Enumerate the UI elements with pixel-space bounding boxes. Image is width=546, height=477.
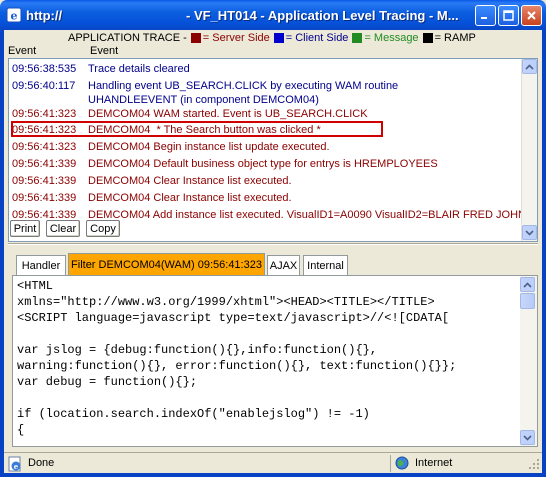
window-frame-right: [542, 30, 546, 477]
event-time: 09:56:41:323: [12, 141, 77, 153]
code-scroll-up-button[interactable]: [520, 277, 535, 292]
column-header-event: Event: [90, 45, 119, 57]
internet-explorer-icon: e: [6, 7, 22, 23]
scroll-down-button[interactable]: [522, 225, 537, 240]
code-scrollbar[interactable]: [520, 276, 537, 446]
status-text: Done: [28, 457, 55, 469]
code-text[interactable]: <HTML xmlns="http://www.w3.org/1999/xhtm…: [17, 278, 517, 438]
event-list[interactable]: 09:56:38:535 Trace details cleared 09:56:…: [9, 59, 523, 241]
event-time: 09:56:41:323: [12, 108, 77, 120]
tab-filter[interactable]: Filter DEMCOM04(WAM) 09:56:41:323: [68, 253, 265, 275]
globe-icon: [395, 456, 409, 470]
code-scroll-down-button[interactable]: [520, 430, 535, 445]
event-row[interactable]: 09:56:38:535 Trace details cleared: [12, 62, 190, 76]
copy-button[interactable]: Copy: [86, 220, 120, 237]
tab-ajax[interactable]: AJAX: [267, 255, 300, 275]
event-time: 09:56:41:339: [12, 158, 77, 170]
tab-internal[interactable]: Internal: [303, 255, 348, 275]
close-icon: [527, 11, 536, 20]
event-text: DEMCOM04 Default business object type fo…: [88, 158, 438, 170]
server-side-swatch: [190, 33, 201, 43]
print-button[interactable]: Print: [10, 220, 40, 237]
legend-message: = Message: [364, 32, 419, 44]
page-done-icon: e: [8, 456, 21, 472]
code-scroll-thumb[interactable]: [520, 293, 535, 309]
detail-tab-panel: Handler Filter DEMCOM04(WAM) 09:56:41:32…: [12, 251, 538, 447]
window-title: - VF_HT014 - Application Level Tracing -…: [186, 8, 459, 23]
minimize-icon: [481, 17, 487, 19]
event-text: Handling event UB_SEARCH.CLICK by execut…: [88, 80, 399, 106]
scroll-up-button[interactable]: [522, 59, 537, 74]
event-time: 09:56:41:339: [12, 175, 77, 187]
maximize-icon: [503, 10, 514, 21]
clear-button[interactable]: Clear: [46, 220, 80, 237]
title-bar[interactable]: e http:// - VF_HT014 - Application Level…: [0, 0, 546, 30]
maximize-button[interactable]: [498, 5, 519, 26]
window-title-url: http://: [26, 8, 63, 23]
status-bar: e Done Internet: [4, 452, 542, 473]
close-button[interactable]: [521, 5, 542, 26]
code-view[interactable]: <HTML xmlns="http://www.w3.org/1999/xhtm…: [12, 275, 538, 447]
window-content: APPLICATION TRACE - = Server Side = Clie…: [4, 30, 542, 473]
ramp-swatch: [422, 33, 433, 43]
event-text: DEMCOM04 Clear Instance list executed.: [88, 192, 292, 204]
column-header-time: Event: [8, 45, 37, 57]
event-list-scrollbar[interactable]: [521, 59, 537, 241]
event-row[interactable]: 09:56:41:339 DEMCOM04 Clear Instance list…: [12, 174, 292, 188]
event-time: 09:56:38:535: [12, 63, 77, 75]
event-row[interactable]: 09:56:41:339 DEMCOM04 Default business ob…: [12, 157, 438, 171]
event-row[interactable]: 09:56:41:323 DEMCOM04 Begin instance list…: [12, 140, 330, 154]
security-zone: Internet: [390, 455, 522, 472]
event-text: DEMCOM04 Begin instance list update exec…: [88, 141, 330, 153]
resize-grip-icon[interactable]: [528, 458, 540, 470]
chevron-down-icon: [523, 434, 532, 441]
event-list-box[interactable]: 09:56:38:535 Trace details cleared 09:56:…: [8, 58, 538, 242]
event-time: 09:56:41:339: [12, 192, 77, 204]
separator: [8, 243, 538, 245]
window-frame-bottom: [0, 473, 546, 477]
zone-text: Internet: [415, 457, 453, 469]
highlight-box: [11, 121, 383, 137]
legend-client: = Client Side: [285, 32, 349, 44]
event-text: DEMCOM04 Add instance list executed. Vis…: [88, 209, 523, 221]
event-row[interactable]: 09:56:41:323 DEMCOM04 WAM started. Event …: [12, 107, 368, 121]
event-row[interactable]: 09:56:41:339 DEMCOM04 Clear Instance list…: [12, 191, 292, 205]
chevron-up-icon: [523, 281, 532, 288]
client-side-swatch: [273, 33, 284, 43]
legend-ramp: = RAMP: [434, 32, 476, 44]
event-row[interactable]: 09:56:40:117 Handling event UB_SEARCH.CLI…: [12, 79, 512, 107]
event-text: DEMCOM04 WAM started. Event is UB_SEARCH…: [88, 108, 368, 120]
legend-server: = Server Side: [202, 32, 270, 44]
chevron-up-icon: [525, 63, 534, 70]
chevron-down-icon: [525, 229, 534, 236]
svg-text:e: e: [14, 462, 19, 471]
tab-handler[interactable]: Handler: [16, 255, 66, 275]
message-swatch: [352, 33, 363, 43]
minimize-button[interactable]: [475, 5, 496, 26]
svg-text:e: e: [11, 10, 18, 23]
event-text: DEMCOM04 Clear Instance list executed.: [88, 175, 292, 187]
event-time: 09:56:40:117: [12, 80, 76, 92]
trace-legend: APPLICATION TRACE - = Server Side = Clie…: [68, 32, 476, 44]
legend-caption: APPLICATION TRACE -: [68, 32, 187, 44]
event-text: Trace details cleared: [88, 63, 190, 75]
